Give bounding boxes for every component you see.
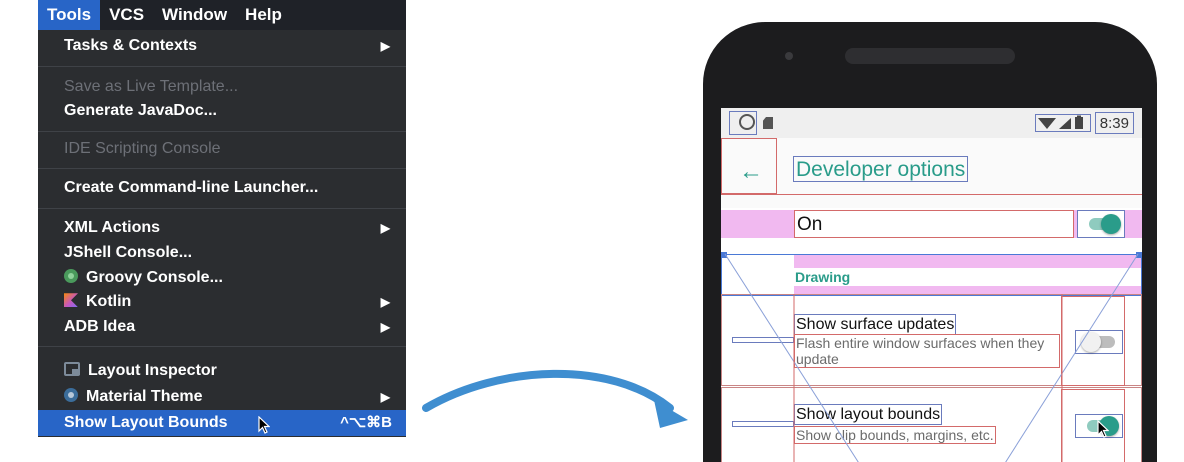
- menu-separator: [38, 346, 406, 347]
- menu-separator: [38, 66, 406, 67]
- speaker-grille: [845, 48, 1015, 64]
- submenu-arrow-icon: ▶: [380, 320, 390, 334]
- menu-item-material-theme[interactable]: Material Theme ▶: [38, 384, 406, 410]
- menu-item-label: Create Command-line Launcher...: [64, 179, 319, 196]
- submenu-arrow-icon: ▶: [380, 295, 390, 309]
- menu-item-adb-idea[interactable]: ADB Idea ▶: [38, 314, 406, 340]
- menu-item-label: Generate JavaDoc...: [64, 102, 217, 119]
- menu-item-kotlin[interactable]: Kotlin ▶: [38, 289, 406, 315]
- keyboard-shortcut: ^⌥⌘B: [340, 414, 392, 431]
- menu-bar-vcs[interactable]: VCS: [100, 0, 153, 30]
- submenu-arrow-icon: ▶: [380, 39, 390, 53]
- menu-bar: Tools VCS Window Help: [38, 0, 406, 30]
- android-phone: 8:39 ← Developer options On Drawing Show…: [703, 22, 1157, 462]
- menu-item-label: Groovy Console...: [86, 269, 223, 286]
- menu-separator: [38, 168, 406, 169]
- material-theme-icon: [64, 388, 78, 403]
- menu-separator: [38, 208, 406, 209]
- menu-item-label: Material Theme: [86, 388, 203, 405]
- mouse-cursor-icon: [1097, 420, 1109, 438]
- menu-bar-tools[interactable]: Tools: [38, 0, 101, 30]
- menu-item-tasks-contexts[interactable]: Tasks & Contexts ▶: [38, 33, 406, 59]
- submenu-arrow-icon: ▶: [380, 221, 390, 235]
- menu-item-create-launcher[interactable]: Create Command-line Launcher...: [38, 175, 406, 201]
- menu-item-label: IDE Scripting Console: [64, 140, 221, 157]
- front-camera: [785, 52, 793, 60]
- groovy-icon: [64, 269, 78, 284]
- menu-item-generate-javadoc[interactable]: Generate JavaDoc...: [38, 98, 406, 124]
- layout-bounds-diagonals: [724, 253, 1139, 462]
- menu-item-ide-scripting-console: IDE Scripting Console: [38, 136, 406, 162]
- curved-arrow-icon: [422, 369, 688, 428]
- menu-item-label: ADB Idea: [64, 318, 136, 335]
- mouse-cursor-icon: [258, 416, 270, 434]
- menu-separator: [38, 131, 406, 132]
- menu-item-show-layout-bounds[interactable]: Show Layout Bounds ^⌥⌘B: [38, 410, 406, 436]
- menu-item-xml-actions[interactable]: XML Actions ▶: [38, 215, 406, 241]
- tools-dropdown: Tasks & Contexts ▶ Save as Live Template…: [38, 30, 406, 437]
- menu-bar-help[interactable]: Help: [236, 0, 291, 30]
- ide-menu: Tools VCS Window Help Tasks & Contexts ▶…: [38, 0, 406, 437]
- menu-item-label: Show Layout Bounds: [64, 414, 228, 431]
- menu-item-label: Layout Inspector: [88, 362, 217, 379]
- menu-item-jshell-console[interactable]: JShell Console...: [38, 240, 406, 266]
- phone-screen: 8:39 ← Developer options On Drawing Show…: [721, 108, 1142, 462]
- menu-item-save-live-template: Save as Live Template...: [38, 74, 406, 100]
- layout-inspector-icon: [64, 362, 80, 377]
- menu-item-groovy-console[interactable]: Groovy Console...: [38, 265, 406, 291]
- menu-item-label: JShell Console...: [64, 244, 193, 261]
- menu-bar-window[interactable]: Window: [153, 0, 236, 30]
- kotlin-icon: [64, 293, 78, 308]
- menu-item-label: XML Actions: [64, 219, 161, 236]
- menu-item-label: Tasks & Contexts: [64, 37, 198, 54]
- menu-item-layout-inspector[interactable]: Layout Inspector: [38, 358, 406, 384]
- submenu-arrow-icon: ▶: [380, 390, 390, 404]
- menu-item-label: Kotlin: [86, 293, 132, 310]
- menu-item-label: Save as Live Template...: [64, 78, 239, 95]
